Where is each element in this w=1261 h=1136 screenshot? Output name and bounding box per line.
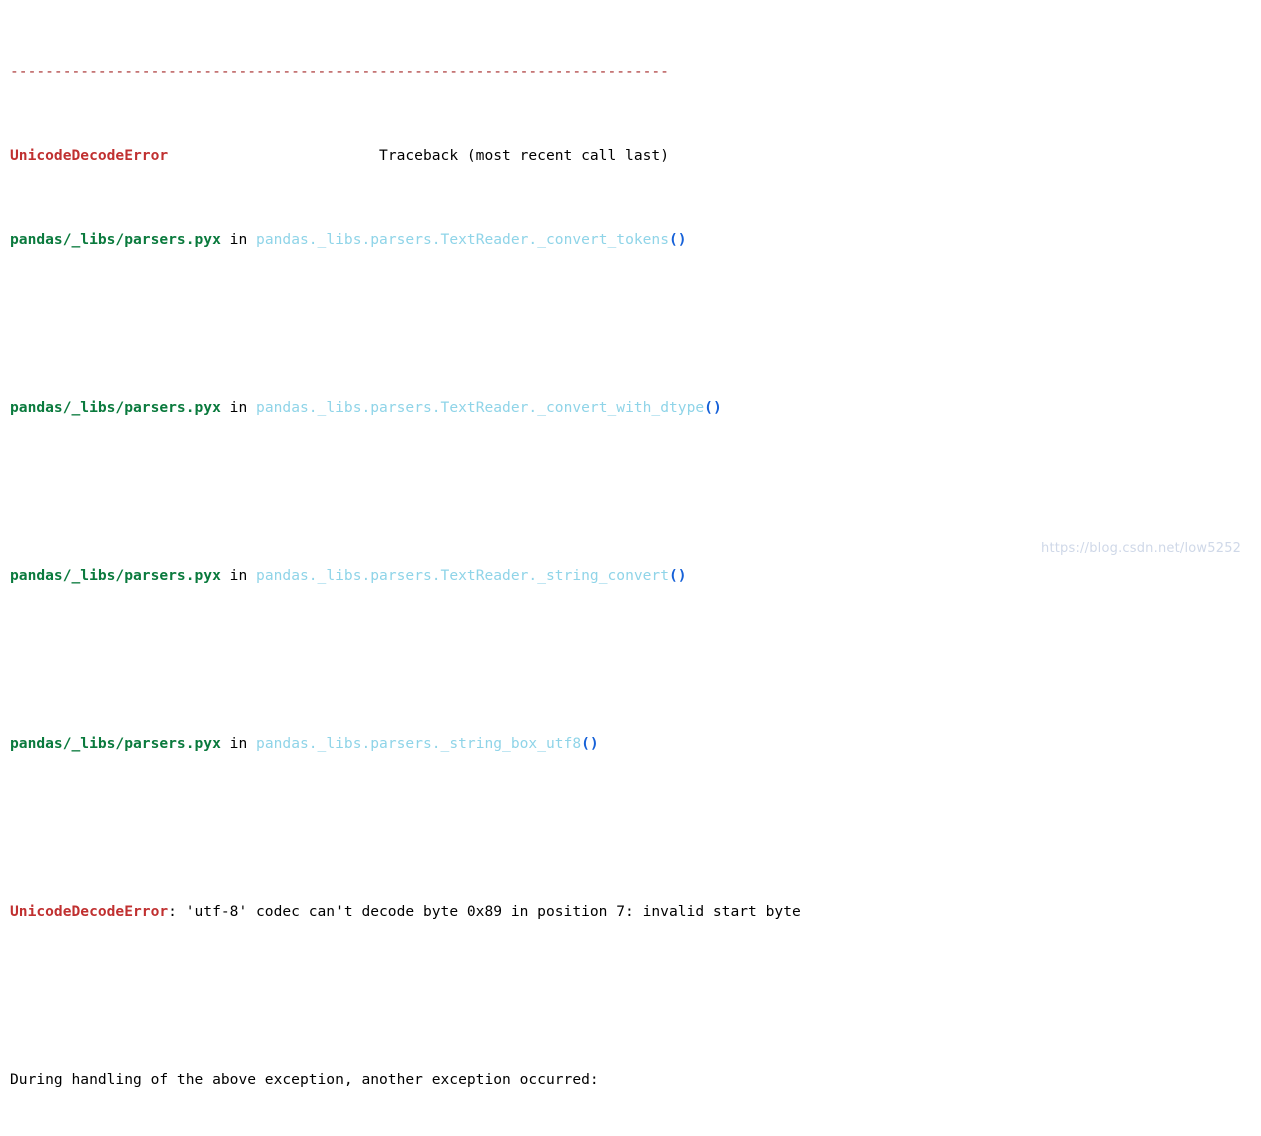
traceback-label: Traceback (most recent call last) <box>379 147 669 164</box>
frame-parens: () <box>669 567 687 584</box>
frame-file: pandas/_libs/parsers.pyx <box>10 567 221 584</box>
chained-exception-note: During handling of the above exception, … <box>10 1071 599 1088</box>
frame-in-keyword: in <box>229 399 248 416</box>
frame-pyx-3: pandas/_libs/parsers.pyx in pandas._libs… <box>10 565 1261 586</box>
exception-detail: : 'utf-8' codec can't decode byte 0x89 i… <box>168 903 801 920</box>
frame-pyx-1: pandas/_libs/parsers.pyx in pandas._libs… <box>10 229 1261 250</box>
frame-in-keyword: in <box>229 735 248 752</box>
header-gap <box>168 147 379 164</box>
frame-function: pandas._libs.parsers._string_box_utf8 <box>256 735 582 752</box>
frame-function: pandas._libs.parsers.TextReader._string_… <box>256 567 669 584</box>
frame-file: pandas/_libs/parsers.pyx <box>10 231 221 248</box>
traceback-output: ----------------------------------------… <box>10 0 1261 1136</box>
exception-name: UnicodeDecodeError <box>10 147 169 164</box>
frame-function: pandas._libs.parsers.TextReader._convert… <box>256 399 705 416</box>
frame-parens: () <box>581 735 599 752</box>
frame-in-keyword: in <box>229 231 248 248</box>
frame-function: pandas._libs.parsers.TextReader._convert… <box>256 231 669 248</box>
frame-in-keyword: in <box>229 567 248 584</box>
traceback-header-first: UnicodeDecodeError Traceback (most recen… <box>10 145 1261 166</box>
exception-name: UnicodeDecodeError <box>10 903 169 920</box>
error-message-line: UnicodeDecodeError: 'utf-8' codec can't … <box>10 901 1261 922</box>
frame-pyx-2: pandas/_libs/parsers.pyx in pandas._libs… <box>10 397 1261 418</box>
frame-pyx-4: pandas/_libs/parsers.pyx in pandas._libs… <box>10 733 1261 754</box>
separator-rule: ----------------------------------------… <box>10 63 669 80</box>
frame-parens: () <box>669 231 687 248</box>
frame-parens: () <box>704 399 722 416</box>
frame-file: pandas/_libs/parsers.pyx <box>10 735 221 752</box>
frame-file: pandas/_libs/parsers.pyx <box>10 399 221 416</box>
